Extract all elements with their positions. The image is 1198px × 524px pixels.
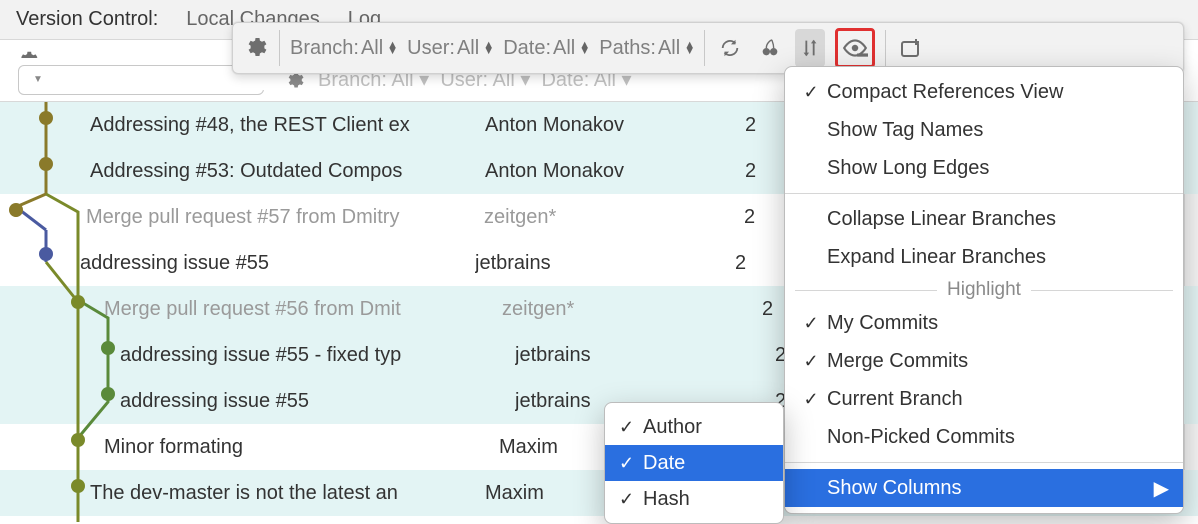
commit-author: zeitgen* [502,298,762,321]
branch-filter-value: All [361,37,383,60]
graph-cell [0,148,120,194]
menu-collapse-linear[interactable]: Collapse Linear Branches [785,200,1183,238]
graph-cell [0,424,120,470]
commit-date: 2 [744,206,784,229]
graph-cell [0,240,120,286]
commit-author: Anton Monakov [485,114,745,137]
menu-expand-linear[interactable]: Expand Linear Branches [785,238,1183,276]
submenu-item-label: Author [643,416,702,439]
gear-icon[interactable] [243,35,269,61]
menu-compact-references[interactable]: ✓ Compact References View [785,73,1183,111]
menu-non-picked[interactable]: Non-Picked Commits [785,418,1183,456]
menu-item-label: Expand Linear Branches [827,246,1046,269]
date-filter[interactable]: Date: All [503,37,589,60]
commit-author: zeitgen* [484,206,744,229]
menu-show-tag-names[interactable]: Show Tag Names [785,111,1183,149]
graph-cell [0,102,120,148]
new-tab-icon[interactable] [896,29,926,67]
commit-author: Anton Monakov [485,160,745,183]
cherry-pick-icon[interactable] [755,29,785,67]
commit-author: jetbrains [475,252,735,275]
menu-item-label: Show Columns [827,477,962,500]
submenu-date[interactable]: ✓ Date [605,445,783,481]
user-filter-label: User: [407,37,455,60]
graph-cell [0,470,120,516]
search-input[interactable]: ▼ [18,65,264,95]
menu-divider [785,462,1183,463]
submenu-item-label: Hash [643,488,690,511]
commit-message: The dev-master is not the latest an [90,482,485,505]
menu-show-columns[interactable]: Show Columns ▶ [785,469,1183,507]
menu-item-label: Show Long Edges [827,157,989,180]
submenu-item-label: Date [643,452,685,475]
commit-message: addressing issue #55 [80,252,475,275]
commit-message: Merge pull request #56 from Dmit [104,298,502,321]
graph-cell [0,378,120,424]
menu-show-long-edges[interactable]: Show Long Edges [785,149,1183,187]
branch-filter-label: Branch: [290,37,359,60]
branch-filter[interactable]: Branch: All [290,37,397,60]
menu-item-label: Collapse Linear Branches [827,208,1056,231]
refresh-icon[interactable] [715,29,745,67]
menu-item-label: Merge Commits [827,350,968,373]
commit-date: 2 [745,160,785,183]
intellisort-icon[interactable] [795,29,825,67]
date-filter-value: All [553,37,575,60]
graph-cell [0,194,120,240]
menu-item-label: Compact References View [827,81,1063,104]
check-icon: ✓ [619,453,643,474]
check-icon: ✓ [619,489,643,510]
show-columns-submenu: ✓ Author ✓ Date ✓ Hash [604,402,784,524]
submenu-hash[interactable]: ✓ Hash [605,481,783,517]
date-filter-label: Date: [503,37,551,60]
vcs-title: Version Control: [16,8,158,31]
menu-merge-commits[interactable]: ✓ Merge Commits [785,342,1183,380]
chevron-right-icon: ▶ [1154,476,1169,501]
eye-icon[interactable] [840,33,870,63]
commit-message: Addressing #53: Outdated Compos [90,160,485,183]
menu-item-label: My Commits [827,312,938,335]
user-filter[interactable]: User: All [407,37,493,60]
submenu-author[interactable]: ✓ Author [605,409,783,445]
check-icon: ✓ [799,82,823,103]
check-icon: ✓ [799,389,823,410]
commit-date: 2 [735,252,775,275]
commit-message: addressing issue #55 - fixed typ [120,344,515,367]
commit-message: Minor formating [104,436,499,459]
check-icon: ✓ [619,417,643,438]
graph-cell [0,286,120,332]
menu-current-branch[interactable]: ✓ Current Branch [785,380,1183,418]
menu-item-label: Show Tag Names [827,119,983,142]
paths-filter-label: Paths: [599,37,656,60]
commit-message: Addressing #48, the REST Client ex [90,114,485,137]
menu-my-commits[interactable]: ✓ My Commits [785,304,1183,342]
view-options-menu: ✓ Compact References View Show Tag Names… [784,66,1184,514]
menu-group-highlight: Highlight [785,276,1183,304]
menu-item-label: Current Branch [827,388,963,411]
paths-filter-value: All [658,37,680,60]
menu-item-label: Non-Picked Commits [827,426,1015,449]
paths-filter[interactable]: Paths: All [599,37,694,60]
check-icon: ✓ [799,351,823,372]
commit-date: 2 [745,114,785,137]
commit-message: addressing issue #55 [120,390,515,413]
menu-divider [785,193,1183,194]
graph-cell [0,332,120,378]
eye-icon-highlight [835,28,875,68]
check-icon: ✓ [799,313,823,334]
commit-author: jetbrains [515,344,775,367]
commit-message: Merge pull request #57 from Dmitry [86,206,484,229]
user-filter-value: All [457,37,479,60]
